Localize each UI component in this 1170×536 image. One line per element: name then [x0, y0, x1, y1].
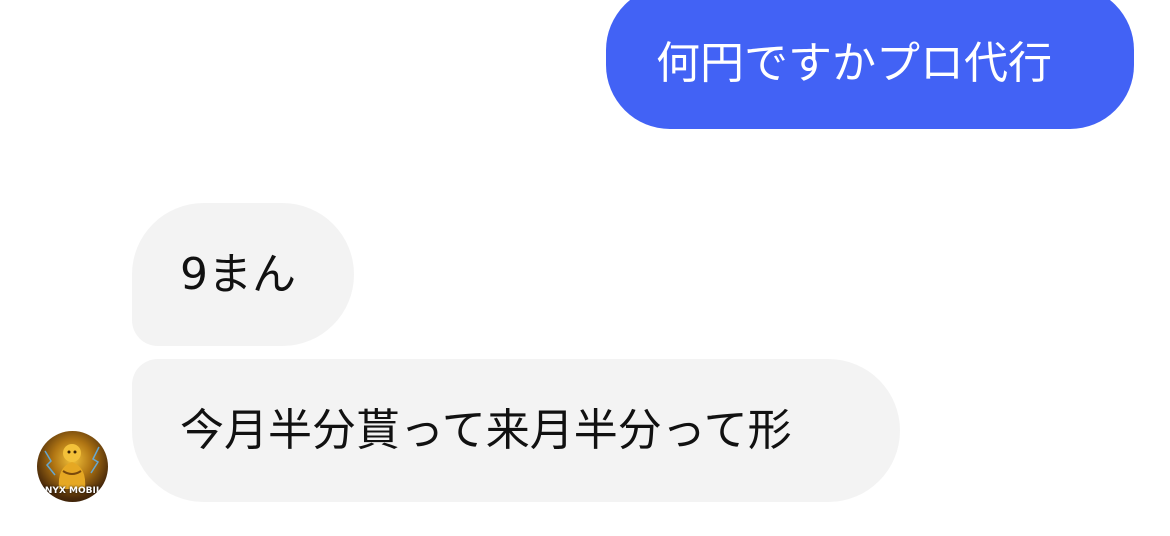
avatar-caption: ONYX MOBILE	[37, 486, 108, 496]
incoming-message-bubble[interactable]: 今月半分貰って来月半分って形	[132, 359, 900, 502]
contact-avatar[interactable]: ONYX MOBILE	[37, 431, 108, 502]
outgoing-message-bubble[interactable]: 何円ですかプロ代行	[606, 0, 1134, 129]
incoming-message-bubble[interactable]: 9まん	[132, 203, 354, 346]
message-text: 何円ですかプロ代行	[656, 37, 1052, 89]
message-text: 今月半分貰って来月半分って形	[180, 404, 792, 456]
message-text: 9まん	[180, 248, 296, 300]
